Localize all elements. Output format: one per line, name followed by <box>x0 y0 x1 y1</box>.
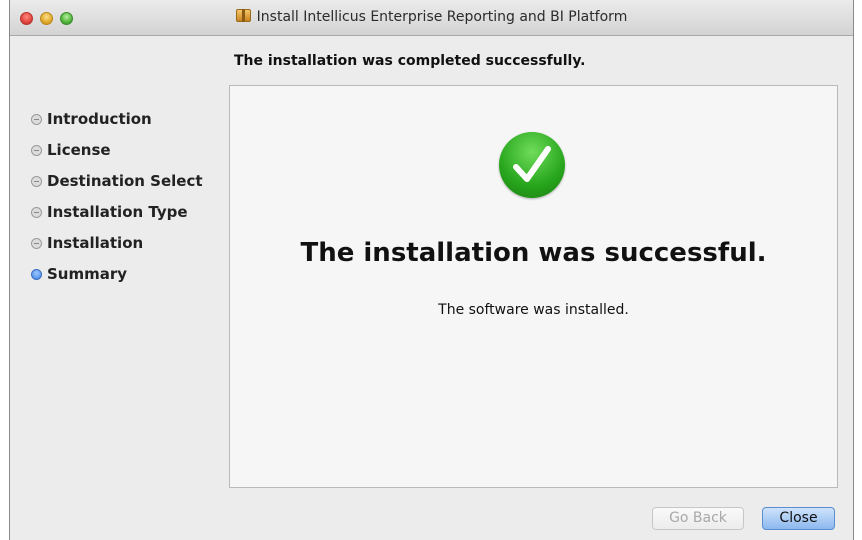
window-title: Install Intellicus Enterprise Reporting … <box>256 9 628 25</box>
step-bullet-icon <box>31 207 42 218</box>
step-bullet-icon <box>31 238 42 249</box>
success-message: The software was installed. <box>438 302 629 318</box>
step-summary: Summary <box>31 265 203 296</box>
step-introduction: Introduction <box>31 110 203 141</box>
step-label: Installation Type <box>47 203 188 221</box>
installer-steps: Introduction License Destination Select … <box>31 110 203 296</box>
close-button[interactable]: Close <box>762 507 835 530</box>
step-label: Introduction <box>47 110 152 128</box>
page-heading: The installation was completed successfu… <box>234 53 586 69</box>
checkmark-icon <box>499 132 565 198</box>
package-icon <box>235 9 251 22</box>
step-bullet-icon <box>31 176 42 187</box>
step-destination-select: Destination Select <box>31 172 203 203</box>
step-label: Destination Select <box>47 172 203 190</box>
success-title: The installation was successful. <box>300 238 767 268</box>
step-installation-type: Installation Type <box>31 203 203 234</box>
step-bullet-icon <box>31 114 42 125</box>
step-label: Summary <box>47 265 128 283</box>
step-license: License <box>31 141 203 172</box>
step-label: License <box>47 141 111 159</box>
step-bullet-active-icon <box>31 269 42 280</box>
step-installation: Installation <box>31 234 203 265</box>
installer-window: Install Intellicus Enterprise Reporting … <box>9 0 854 540</box>
title-bar: Install Intellicus Enterprise Reporting … <box>10 0 853 36</box>
step-bullet-icon <box>31 145 42 156</box>
content-panel: The installation was successful. The sof… <box>229 85 838 488</box>
step-label: Installation <box>47 234 144 252</box>
window-title-container: Install Intellicus Enterprise Reporting … <box>10 9 853 25</box>
go-back-button[interactable]: Go Back <box>652 507 744 530</box>
